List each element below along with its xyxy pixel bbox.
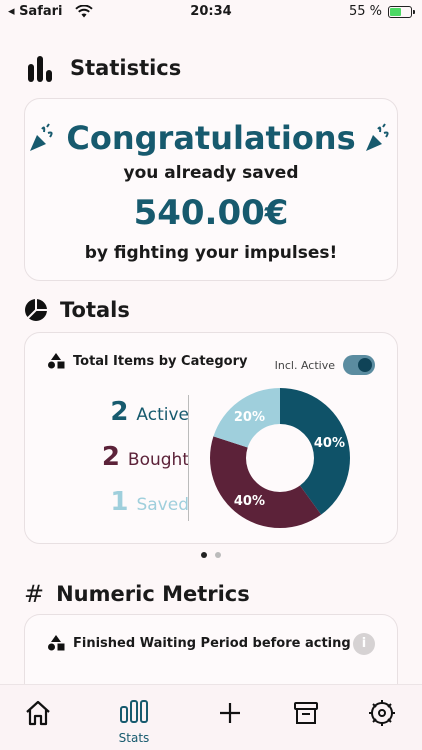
gear-icon xyxy=(369,700,395,726)
legend-active: 2 Active xyxy=(93,397,189,442)
saved-outro-text: by fighting your impulses! xyxy=(84,243,338,263)
saved-label: Saved xyxy=(136,495,189,515)
battery-percent: 55 % xyxy=(348,4,382,19)
shapes-icon xyxy=(48,353,65,369)
statistics-header: Statistics xyxy=(24,54,181,82)
page-indicator[interactable] xyxy=(0,552,422,558)
category-legend: 2 Active 2 Bought 1 Saved xyxy=(93,397,189,532)
totals-header: Totals xyxy=(24,298,130,322)
bar-chart-icon xyxy=(120,700,148,723)
category-donut-chart: 40% 40% 20% xyxy=(210,388,350,528)
bar-chart-icon xyxy=(28,56,52,82)
party-popper-icon xyxy=(30,123,53,151)
tab-stats[interactable]: Stats xyxy=(104,699,164,745)
donut-label-saved: 20% xyxy=(234,410,265,425)
include-active-label: Incl. Active xyxy=(274,358,335,372)
legend-bought: 2 Bought xyxy=(93,442,189,487)
tab-add[interactable] xyxy=(200,699,260,735)
waiting-period-title: Finished Waiting Period before acting xyxy=(73,635,351,651)
archive-icon xyxy=(294,702,318,724)
status-bar: ◂ Safari 20:34 55 % xyxy=(0,0,422,26)
bought-label: Bought xyxy=(127,450,189,470)
battery-icon xyxy=(388,5,415,18)
info-button[interactable]: i xyxy=(353,633,375,655)
category-card-title: Total Items by Category xyxy=(73,353,248,369)
plus-icon xyxy=(220,703,240,723)
include-active-toggle[interactable] xyxy=(343,355,375,375)
shapes-icon xyxy=(48,635,65,651)
statistics-title: Statistics xyxy=(70,56,182,80)
donut-label-active: 40% xyxy=(314,436,345,451)
saved-amount: 540.00€ xyxy=(133,193,289,233)
page-dot[interactable] xyxy=(201,552,207,558)
totals-card[interactable]: Total Items by Category Incl. Active 2 A… xyxy=(24,332,398,544)
tab-bar: Stats xyxy=(0,684,422,750)
legend-saved: 1 Saved xyxy=(93,487,189,532)
savings-card: Congratulations you already saved 540.00… xyxy=(24,98,398,281)
pie-chart-icon xyxy=(25,299,47,321)
numeric-metrics-title: Numeric Metrics xyxy=(56,582,250,606)
saved-count: 1 xyxy=(110,487,129,517)
saved-intro-text: you already saved xyxy=(123,163,299,183)
tab-archive[interactable] xyxy=(276,699,336,735)
hash-icon: # xyxy=(24,580,45,608)
active-count: 2 xyxy=(110,397,129,427)
congrats-title: Congratulations xyxy=(66,119,356,157)
tab-stats-label: Stats xyxy=(118,731,150,745)
bought-count: 2 xyxy=(101,442,120,472)
totals-title: Totals xyxy=(60,298,130,322)
active-label: Active xyxy=(136,405,189,425)
waiting-period-card: Finished Waiting Period before acting i xyxy=(24,614,398,684)
legend-divider xyxy=(188,395,189,521)
party-popper-icon xyxy=(365,123,389,151)
numeric-metrics-header: # Numeric Metrics xyxy=(24,580,250,608)
tab-settings[interactable] xyxy=(352,699,412,735)
page-dot[interactable] xyxy=(215,552,221,558)
home-icon xyxy=(26,700,50,726)
donut-label-bought: 40% xyxy=(234,494,265,509)
tab-home[interactable] xyxy=(8,699,68,735)
